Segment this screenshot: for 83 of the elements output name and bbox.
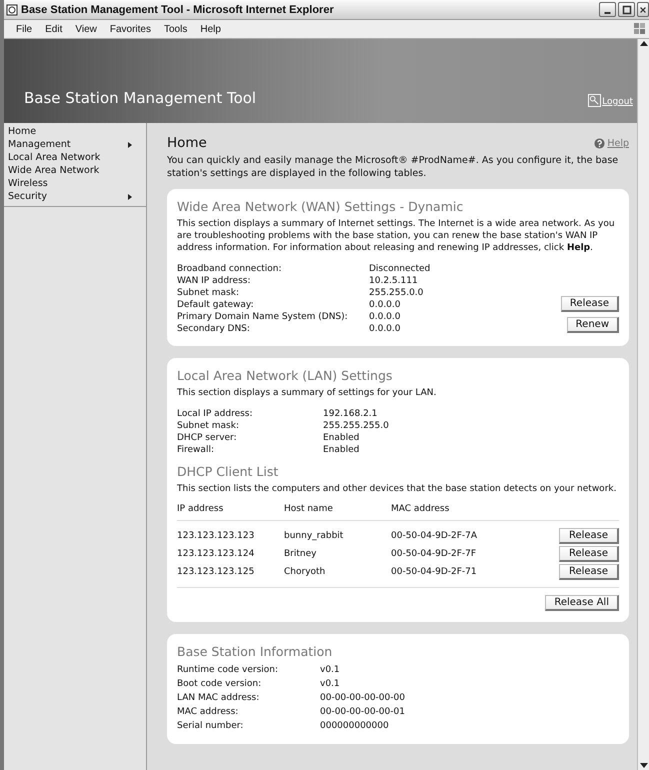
window-title: Base Station Management Tool - Microsoft Internet Explorer [21, 4, 335, 16]
table-cell-text: 00-50-04-9D-2F-71 [391, 567, 478, 577]
table-cell-text: Choryoth [284, 567, 326, 577]
column-header: Host name [284, 504, 334, 514]
field-value: 192.168.2.1 [323, 409, 378, 419]
field-value: v0.1 [320, 679, 340, 689]
menu-item[interactable]: File [16, 24, 32, 34]
section-description: This section displays a summary of Internet settings. The Internet is a wide area network. As you are troubleshooting problems with the base station, you can renew the base station's WAN IP address information. For information about releasing and renewing IP addresses, click Help. [177, 218, 616, 254]
table-cell-text: 123.123.123.123 [177, 531, 256, 541]
table-cell-text: 123.123.123.125 [177, 567, 256, 577]
release-button[interactable]: Release [559, 546, 619, 562]
intro-text: You can quickly and easily manage the Microsoft® #ProdName#. As you configure it, the base station's settings are displayed in the following tables. [167, 154, 620, 180]
table-cell-text: 123.123.123.124 [177, 549, 256, 559]
field-value: 255.255.0.0 [369, 288, 424, 298]
column-header: IP address [177, 504, 224, 514]
scrollbar[interactable] [637, 39, 649, 770]
field-label: Subnet mask: [177, 288, 240, 298]
field-value: v0.1 [320, 665, 340, 675]
help-icon [594, 138, 606, 148]
section-title: DHCP Client List [177, 464, 280, 479]
menu-item[interactable]: Edit [45, 24, 62, 34]
submenu-arrow-icon [128, 194, 132, 200]
field-value: 10.2.5.111 [369, 276, 418, 286]
menu-item[interactable]: Tools [164, 24, 188, 34]
release-button[interactable]: Release [559, 528, 619, 544]
section-description: This section lists the computers and other devices that the base station detects on your network. [177, 483, 618, 495]
field-label: Boot code version: [177, 679, 262, 689]
field-value: Enabled [323, 445, 360, 455]
page-icon [6, 4, 18, 16]
section-description: This section displays a summary of settings for your LAN. [177, 387, 438, 399]
field-label: Subnet mask: [177, 421, 240, 431]
field-value: Enabled [323, 433, 360, 443]
app-title: Base Station Management Tool [24, 89, 258, 107]
table-cell-text: 00-50-04-9D-2F-7F [391, 549, 478, 559]
field-label: Primary Domain Name System (DNS): [177, 312, 349, 322]
field-label: DHCP server: [177, 433, 238, 443]
action-button[interactable]: Renew [566, 317, 619, 333]
nav-item[interactable]: Wireless [4, 177, 146, 190]
menu-item[interactable]: View [75, 24, 97, 34]
nav-item[interactable]: Wide Area Network [4, 164, 146, 177]
field-label: Default gateway: [177, 300, 255, 310]
field-label: Serial number: [177, 721, 244, 731]
field-label: MAC address: [177, 707, 240, 717]
field-value: 255.255.255.0 [323, 421, 389, 431]
release-all-button[interactable]: Release All [545, 595, 619, 611]
table-cell-text: bunny_rabbit [284, 531, 344, 541]
submenu-arrow-icon [128, 142, 132, 148]
nav-item[interactable]: Home [4, 125, 146, 138]
field-label: Secondary DNS: [177, 324, 251, 334]
table-cell-text: 00-50-04-9D-2F-7A [391, 531, 478, 541]
page-title: Home [167, 135, 208, 151]
field-label: WAN IP address: [177, 276, 252, 286]
field-value: 0.0.0.0 [369, 312, 400, 322]
nav-item[interactable]: Security [4, 190, 146, 203]
field-label: Firewall: [177, 445, 215, 455]
field-value: 0.0.0.0 [369, 324, 400, 334]
minimize-button[interactable] [599, 2, 616, 17]
close-button[interactable] [637, 2, 649, 17]
menu-item[interactable]: Help [200, 24, 221, 34]
table-cell-text: Britney [284, 549, 318, 559]
field-value: 0.0.0.0 [369, 300, 400, 310]
scroll-down-icon[interactable] [640, 762, 648, 770]
field-label: Broadband connection: [177, 264, 283, 274]
maximize-icon [622, 4, 632, 14]
action-button[interactable]: Release [560, 296, 619, 312]
field-label: LAN MAC address: [177, 693, 260, 703]
close-icon [639, 4, 647, 14]
release-button[interactable]: Release [559, 564, 619, 580]
menu-item[interactable]: Favorites [110, 24, 151, 34]
section-title: Base Station Information [177, 644, 334, 659]
column-header: MAC address [391, 504, 450, 514]
nav-item[interactable]: Local Area Network [4, 151, 146, 164]
field-value: 00-00-00-00-00-01 [320, 707, 405, 717]
field-label: Runtime code version: [177, 665, 280, 675]
section-title: Wide Area Network (WAN) Settings - Dynamic [177, 199, 464, 214]
field-value: 000000000000 [320, 721, 389, 731]
field-value: Disconnected [369, 264, 430, 274]
minimize-icon [604, 12, 611, 14]
field-value: 00-00-00-00-00-00 [320, 693, 405, 703]
maximize-button[interactable] [618, 2, 635, 17]
section-title: Local Area Network (LAN) Settings [177, 368, 394, 383]
field-label: Local IP address: [177, 409, 254, 419]
nav-item[interactable]: Management [4, 138, 146, 151]
